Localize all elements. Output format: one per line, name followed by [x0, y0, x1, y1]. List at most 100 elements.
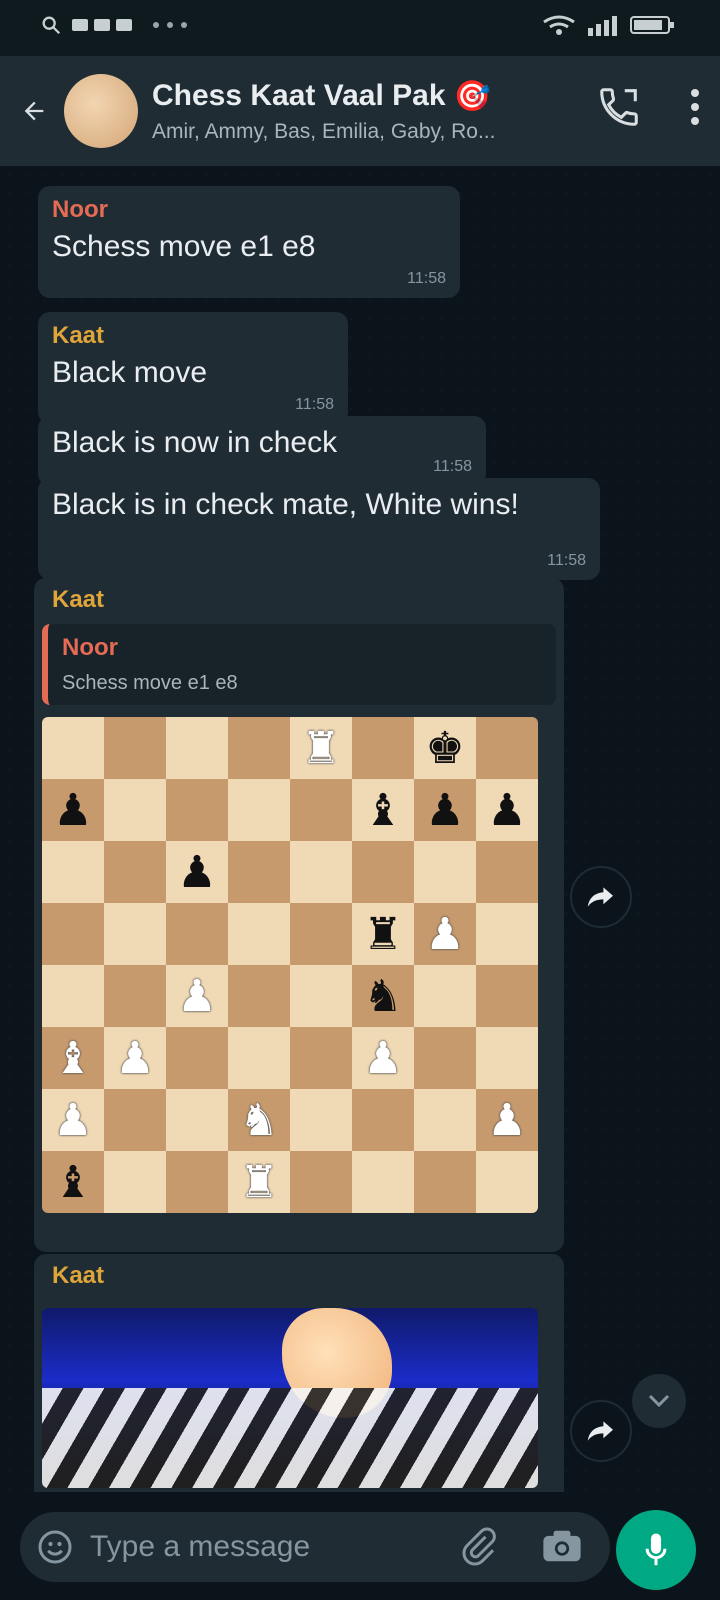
board-square [414, 965, 476, 1027]
notification-icon [72, 17, 142, 33]
pieces-shape [42, 1388, 538, 1488]
emoji-icon[interactable] [32, 1524, 78, 1570]
board-square [228, 841, 290, 903]
battery-icon [630, 14, 676, 36]
attach-icon[interactable] [458, 1526, 498, 1566]
chess-board-image[interactable]: ♜ ♚ ♟ ♝ ♟ ♟ ♟ ♜ ♟ ♟ ♞ ♝ ♟ ♟ ♟ ♞ ♟ ♝ ♜ [42, 717, 538, 1213]
board-square [228, 1027, 290, 1089]
board-square [290, 1027, 352, 1089]
board-square [476, 903, 538, 965]
board-square: ♟ [476, 1089, 538, 1151]
scroll-down-button[interactable] [632, 1374, 686, 1428]
forward-icon[interactable] [570, 1400, 632, 1462]
status-right [542, 14, 676, 36]
header-actions [596, 84, 700, 130]
chevron-down-icon [648, 1394, 670, 1408]
board-square [476, 965, 538, 1027]
message-bubble[interactable]: Kaat Black move 11:58 [38, 312, 348, 424]
board-square: ♟ [42, 1089, 104, 1151]
board-square [290, 1089, 352, 1151]
message-text: Black move [52, 356, 208, 389]
board-square [352, 1151, 414, 1213]
call-icon[interactable] [596, 84, 642, 130]
board-square: ♟ [42, 779, 104, 841]
board-square [104, 1089, 166, 1151]
board-square [42, 965, 104, 1027]
mic-button[interactable] [616, 1510, 696, 1590]
board-square [228, 903, 290, 965]
board-square [352, 1089, 414, 1151]
message-text: Schess move e1 e8 [52, 230, 316, 263]
board-square: ♞ [352, 965, 414, 1027]
camera-icon[interactable] [540, 1526, 584, 1566]
board-square: ♝ [352, 779, 414, 841]
board-square: ♟ [414, 779, 476, 841]
chess-piece-white: ♟ [53, 1095, 93, 1145]
group-avatar[interactable] [64, 74, 138, 148]
board-square: ♟ [104, 1027, 166, 1089]
chess-piece-black: ♝ [363, 785, 403, 835]
board-square [42, 841, 104, 903]
board-square [104, 1151, 166, 1213]
message-sender: Kaat [52, 1262, 105, 1289]
chat-area[interactable]: Noor Schess move e1 e8 11:58 Kaat Black … [0, 166, 720, 1492]
board-square: ♜ [228, 1151, 290, 1213]
board-square [414, 1089, 476, 1151]
board-square [166, 779, 228, 841]
more-vert-icon[interactable] [690, 87, 700, 127]
message-bubble[interactable]: Noor Schess move e1 e8 11:58 [38, 186, 460, 298]
chess-piece-black: ♟ [177, 847, 217, 897]
chat-title-emoji: 🎯 [453, 79, 491, 113]
board-square: ♟ [166, 965, 228, 1027]
chess-piece-white: ♟ [425, 909, 465, 959]
board-square [352, 841, 414, 903]
chess-piece-white: ♟ [177, 971, 217, 1021]
message-bubble[interactable]: Black is in check mate, White wins! 11:5… [38, 478, 600, 580]
chess-piece-black: ♜ [363, 909, 403, 959]
chat-participants: Amir, Ammy, Bas, Emilia, Gaby, Ro... [152, 119, 496, 143]
message-text: Black is in check mate, White wins! [52, 488, 519, 521]
message-bubble[interactable]: Kaat [34, 1254, 564, 1492]
chess-piece-black: ♟ [53, 785, 93, 835]
message-sender: Kaat [52, 586, 105, 613]
board-square [414, 1151, 476, 1213]
chat-title: Chess Kaat Vaal Pak 🎯 [152, 79, 542, 114]
board-square [290, 1151, 352, 1213]
message-input[interactable]: Type a message [90, 1530, 420, 1564]
forward-icon[interactable] [570, 866, 632, 928]
message-time: 11:58 [407, 270, 446, 287]
board-square [104, 965, 166, 1027]
board-square [166, 1151, 228, 1213]
board-square [414, 1027, 476, 1089]
board-square [414, 841, 476, 903]
board-square: ♜ [290, 717, 352, 779]
board-square [476, 1027, 538, 1089]
back-arrow-icon[interactable] [10, 87, 58, 135]
chess-piece-white: ♟ [115, 1033, 155, 1083]
chess-piece-black: ♟ [425, 785, 465, 835]
status-left [40, 14, 196, 36]
message-sender: Noor [52, 196, 108, 223]
board-square [104, 717, 166, 779]
message-text: Black is now in check [52, 426, 338, 459]
board-square [166, 1089, 228, 1151]
chess-hand-photo[interactable] [42, 1308, 538, 1488]
message-input-bar[interactable]: Type a message [20, 1512, 610, 1582]
board-square [352, 717, 414, 779]
chat-header: Chess Kaat Vaal Pak 🎯 Amir, Ammy, Bas, E… [0, 56, 720, 166]
chat-title-text: Chess Kaat Vaal Pak [152, 79, 446, 112]
search-icon [40, 14, 62, 36]
quoted-message[interactable]: Noor Schess move e1 e8 [42, 624, 556, 705]
message-bubble[interactable]: Black is now in check 11:58 [38, 416, 486, 486]
board-square [290, 779, 352, 841]
composer: Type a message [0, 1492, 720, 1600]
header-titles[interactable]: Chess Kaat Vaal Pak 🎯 Amir, Ammy, Bas, E… [152, 79, 542, 144]
chess-piece-white: ♜ [239, 1157, 279, 1207]
message-time: 11:58 [295, 396, 334, 413]
board-square: ♟ [352, 1027, 414, 1089]
board-square [476, 717, 538, 779]
chess-piece-white: ♟ [363, 1033, 403, 1083]
message-bubble[interactable]: Kaat Noor Schess move e1 e8 ♜ ♚ ♟ ♝ ♟ ♟ ♟ ♜ ♟ ♟ ♞ ♝… [34, 578, 564, 1252]
dot-icon [152, 20, 196, 30]
wifi-icon [542, 14, 576, 36]
